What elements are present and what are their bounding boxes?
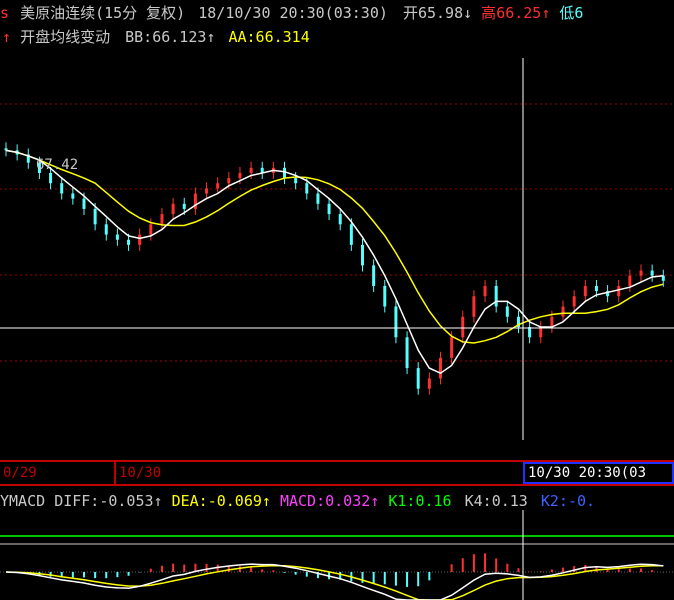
indicator-name[interactable]: YMACD	[0, 492, 45, 510]
diff-value: -0.053	[99, 492, 154, 510]
ma-line-yellow	[5, 149, 664, 344]
k2-label: K2:	[540, 492, 568, 510]
grid-lines	[0, 103, 674, 362]
up-arrow-icon: ↑	[261, 492, 271, 510]
dea-value: -0.069	[207, 492, 262, 510]
up-arrow-icon: ↑	[153, 492, 163, 510]
k1-label: K1:	[388, 492, 416, 510]
time-label: 0/29	[3, 465, 37, 481]
macd-histogram	[16, 553, 665, 587]
k1-value: 0.16	[415, 492, 452, 510]
axis-divider	[114, 462, 116, 484]
macd-value: 0.032	[325, 492, 371, 510]
macd-label: MACD:	[279, 492, 326, 510]
price-label: 67.42	[36, 157, 78, 173]
dea-label: DEA:	[171, 492, 208, 510]
diff-label: DIFF:	[54, 492, 100, 510]
k2-value: -0.	[567, 492, 596, 510]
cursor-time-label: 10/30 20:30(03	[523, 462, 674, 484]
up-arrow-icon: ↑	[370, 492, 380, 510]
dea-line	[5, 564, 664, 600]
diff-line	[5, 563, 664, 600]
macd-chart[interactable]	[0, 510, 674, 600]
time-label: 10/30	[119, 465, 162, 481]
time-axis: 0/29 10/30 10/30 20:30(03	[0, 460, 674, 486]
macd-legend: YMACD DIFF:-0.053↑ DEA:-0.069↑ MACD:0.03…	[0, 492, 595, 510]
k4-value: 0.13	[491, 492, 528, 510]
k4-label: K4:	[464, 492, 492, 510]
price-chart[interactable]: 67.42	[0, 0, 674, 460]
ma-line-white	[5, 149, 664, 375]
candles	[4, 142, 665, 395]
